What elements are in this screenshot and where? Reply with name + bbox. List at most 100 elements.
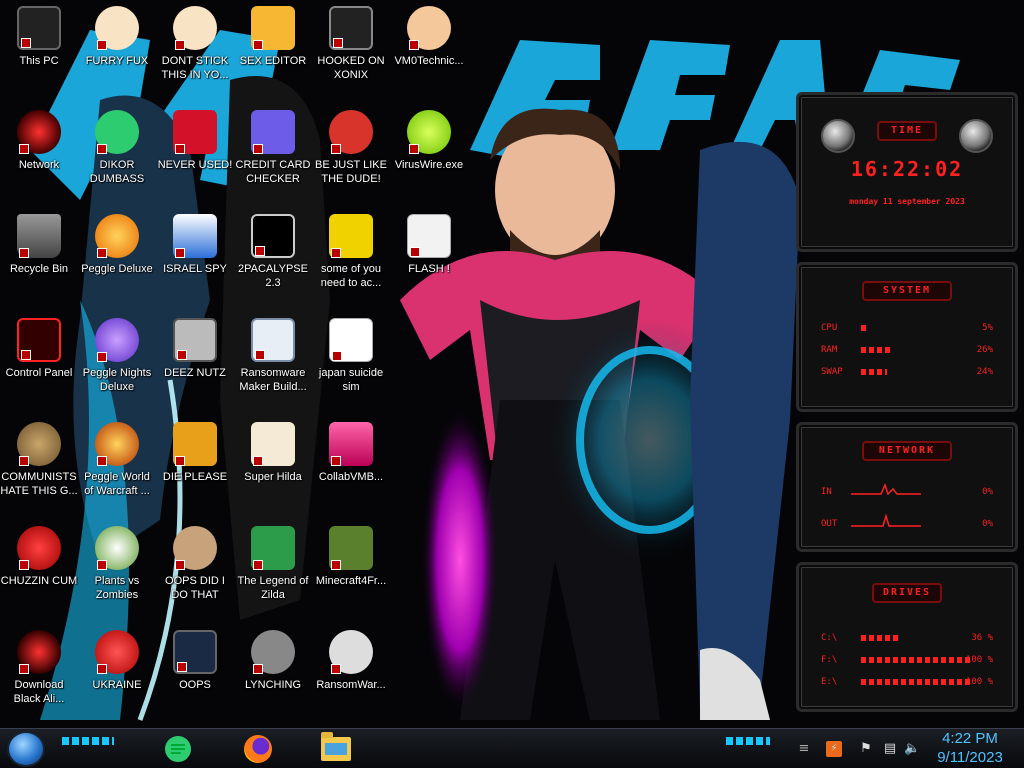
desktop-icon[interactable]: some of you need to ac... xyxy=(312,208,390,308)
chuzzle-icon xyxy=(17,526,61,570)
desktop-icon[interactable]: HOOKED ON XONIX xyxy=(312,0,390,100)
desktop-icon[interactable]: CollabVMB... xyxy=(312,416,390,516)
shortcut-arrow-icon xyxy=(177,662,187,672)
desktop-icon[interactable]: RansomWar... xyxy=(312,624,390,724)
shortcut-arrow-icon xyxy=(331,144,341,154)
desktop-icon-label: Control Panel xyxy=(5,367,73,379)
drive-label: C:\ xyxy=(821,633,838,643)
computer-icon xyxy=(17,6,61,50)
shortcut-arrow-icon xyxy=(253,664,263,674)
desktop-icon[interactable]: Super Hilda xyxy=(234,416,312,516)
desktop-icon-label: Peggle Deluxe xyxy=(81,263,153,275)
desktop-icon[interactable]: OOPS DID I DO THAT xyxy=(156,520,234,620)
shortcut-arrow-icon xyxy=(175,248,185,258)
taskbar-file-explorer-button[interactable] xyxy=(316,731,356,767)
lime-icon xyxy=(407,110,451,154)
widget-date: monday 11 september 2023 xyxy=(849,197,965,206)
desktop-icon[interactable]: japan suicide sim xyxy=(312,312,390,412)
desktop-icon[interactable]: COMMUNISTS HATE THIS G... xyxy=(0,416,78,516)
desktop-icon[interactable]: DIE PLEASE xyxy=(156,416,234,516)
shortcut-arrow-icon xyxy=(177,350,187,360)
desktop-icon[interactable]: ISRAEL SPY xyxy=(156,208,234,308)
desktop-icon[interactable]: Download Black Ali... xyxy=(0,624,78,724)
desktop-icon[interactable]: DEEZ NUTZ xyxy=(156,312,234,412)
taskbar-firefox-button[interactable] xyxy=(238,731,278,767)
volume-icon[interactable]: 🔈 xyxy=(904,741,920,757)
desktop-icon[interactable]: CREDIT CARD CHECKER xyxy=(234,104,312,204)
action-center-icon[interactable]: ⚑ xyxy=(858,741,874,757)
network-out-label: OUT xyxy=(821,519,838,529)
shortcut-arrow-icon xyxy=(19,456,29,466)
desktop-icon-label: Download Black Ali... xyxy=(13,679,65,705)
desktop-icon[interactable]: Control Panel xyxy=(0,312,78,412)
monitor-icon xyxy=(173,630,217,674)
desktop-icon-label: DIKOR DUMBASS xyxy=(89,159,145,185)
desktop-icon[interactable]: FURRY FUX xyxy=(78,0,156,100)
desktop-icon[interactable]: Peggle Deluxe xyxy=(78,208,156,308)
desktop-icon-label: Recycle Bin xyxy=(9,263,69,275)
network-icon[interactable]: ▤ xyxy=(882,741,898,757)
taskbar-chat-app-button[interactable] xyxy=(158,731,198,767)
lynching-icon xyxy=(251,630,295,674)
desktop-icon[interactable]: Ransomware Maker Build... xyxy=(234,312,312,412)
widget-clock: 16:22:02 xyxy=(850,157,964,181)
desktop-icon[interactable]: The Legend of Zilda xyxy=(234,520,312,620)
desktop-icon-label: DONT STICK THIS IN YO... xyxy=(161,55,229,81)
desktop-icon-label: BE JUST LIKE THE DUDE! xyxy=(315,159,387,185)
shortcut-arrow-icon xyxy=(175,560,185,570)
desktop-icon[interactable]: SEX EDITOR xyxy=(234,0,312,100)
dev-icon xyxy=(173,110,217,154)
network-widget-title: NETWORK xyxy=(862,441,952,461)
chat-app-icon xyxy=(95,110,139,154)
desktop-icon-label: Minecraft4Fr... xyxy=(315,575,387,587)
shortcut-arrow-icon xyxy=(21,38,31,48)
desktop-icon[interactable]: Network xyxy=(0,104,78,204)
desktop-icon[interactable]: DIKOR DUMBASS xyxy=(78,104,156,204)
desktop-icon-label: Network xyxy=(18,159,60,171)
collab-icon xyxy=(329,422,373,466)
start-button[interactable] xyxy=(7,731,45,767)
drives-widget: DRIVES C:\ 36 % F:\ 100 % E:\ 100 % xyxy=(796,562,1018,712)
drive-row: E:\ 100 % xyxy=(821,677,993,687)
desktop-icon[interactable]: BE JUST LIKE THE DUDE! xyxy=(312,104,390,204)
desktop-icon[interactable]: VM0Technic... xyxy=(390,0,468,100)
desktop-icon[interactable]: CHUZZIN CUM xyxy=(0,520,78,620)
system-row: CPU 5% xyxy=(821,323,993,333)
desktop-icon-label: VM0Technic... xyxy=(394,55,464,67)
desktop-icon[interactable]: NEVER USED! xyxy=(156,104,234,204)
desktop-icon[interactable]: 2PACALYPSE 2.3 xyxy=(234,208,312,308)
show-hidden-icon[interactable]: ≡ xyxy=(796,741,812,757)
desktop-icon[interactable]: Minecraft4Fr... xyxy=(312,520,390,620)
flash-icon xyxy=(407,214,451,258)
firefox-icon xyxy=(244,735,272,763)
desktop-icon-label: Peggle World of Warcraft ... xyxy=(84,471,150,497)
desktop-icon[interactable]: FLASH ! xyxy=(390,208,468,308)
desktop-icon[interactable]: Peggle World of Warcraft ... xyxy=(78,416,156,516)
taskbar-clock[interactable]: 4:22 PM 9/11/2023 xyxy=(930,729,1010,768)
flag-icon[interactable]: ⚡ xyxy=(826,741,842,757)
system-row-value: 24% xyxy=(976,367,993,377)
desktop-icon-label: SEX EDITOR xyxy=(239,55,307,67)
technician-icon xyxy=(407,6,451,50)
clock-date: 9/11/2023 xyxy=(937,749,1003,766)
desktop-icon[interactable]: UKRAINE xyxy=(78,624,156,724)
drive-value: 100 % xyxy=(965,655,993,665)
desktop-icon-label: HOOKED ON XONIX xyxy=(317,55,385,81)
shortcut-arrow-icon xyxy=(97,560,107,570)
desktop-icon-label: NEVER USED! xyxy=(157,159,233,171)
shortcut-arrow-icon xyxy=(19,144,29,154)
drive-usage-bar xyxy=(861,635,901,641)
desktop-icon[interactable]: Recycle Bin xyxy=(0,208,78,308)
system-row-value: 5% xyxy=(982,323,993,333)
peggle-icon xyxy=(95,214,139,258)
minecraft-icon xyxy=(329,526,373,570)
desktop-icon[interactable]: Peggle Nights Deluxe xyxy=(78,312,156,412)
system-row-label: SWAP xyxy=(821,367,843,377)
desktop-icon[interactable]: LYNCHING xyxy=(234,624,312,724)
desktop-icon[interactable]: OOPS xyxy=(156,624,234,724)
desktop-icon[interactable]: Plants vs Zombies xyxy=(78,520,156,620)
desktop-icon[interactable]: DONT STICK THIS IN YO... xyxy=(156,0,234,100)
desktop-icon[interactable]: VirusWire.exe xyxy=(390,104,468,204)
alien-head-icon xyxy=(959,119,993,153)
desktop-icon[interactable]: This PC xyxy=(0,0,78,100)
